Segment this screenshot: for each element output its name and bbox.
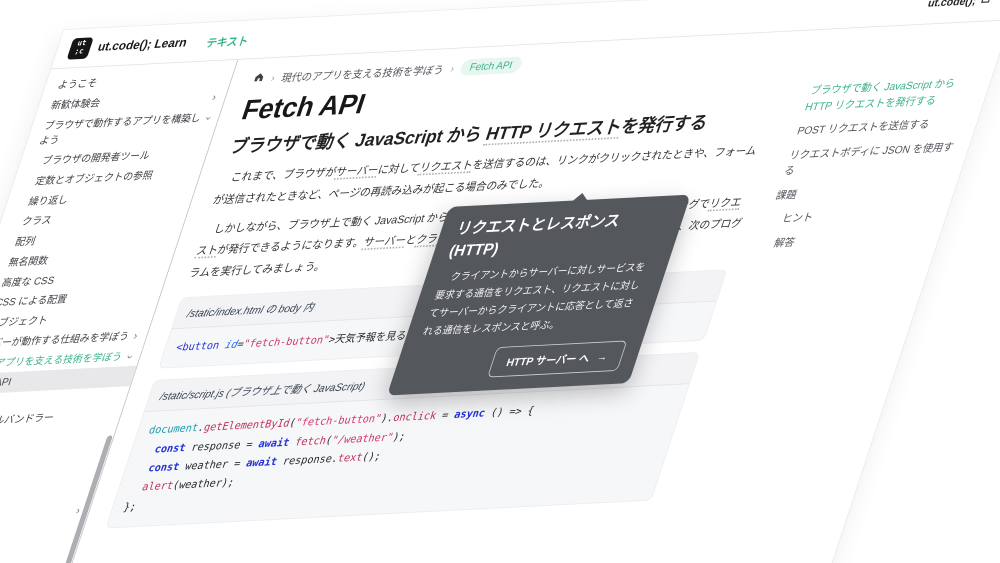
breadcrumb-current: Fetch API — [459, 56, 524, 75]
sidebar-item-label: モジュールバンドラー — [0, 410, 56, 430]
sidebar-item-label: 無名関数 — [6, 253, 50, 270]
breadcrumb-separator: › — [449, 62, 456, 74]
sidebar-item-label: 繰り返し — [26, 192, 70, 209]
toc: ブラウザで動く JavaScript から HTTP リクエストを発行するPOS… — [757, 70, 981, 256]
chevron-down-icon: › — [201, 116, 216, 120]
text-segment: に対して — [376, 162, 422, 176]
external-site-link[interactable]: ut.code(); — [926, 0, 993, 9]
sidebar-item-label: CSS による配置 — [0, 292, 69, 311]
http-server-button-label: HTTP サーバー へ — [505, 349, 593, 369]
docs-page: ut ;c ut.code(); Learn テキスト ut.code(); よ… — [0, 0, 1000, 563]
glossary-term[interactable]: サーバー — [334, 164, 381, 180]
text-segment: が発行できるようになります。 — [216, 236, 366, 256]
sidebar-item-label: 配列 — [13, 234, 38, 250]
sidebar-item-label: クラス — [20, 213, 54, 230]
home-icon[interactable] — [251, 71, 267, 86]
glossary-term[interactable]: HTTP リクエスト — [483, 117, 625, 146]
sidebar-item-label: 高度な CSS — [0, 273, 57, 291]
sidebar-item-モジュールバンドラー[interactable]: モジュールバンドラー — [0, 404, 124, 434]
chevron-right-icon: › — [132, 328, 140, 343]
sidebar-item-label: オブジェクト — [0, 313, 50, 331]
sidebar-item-label: 新歓体験会 — [49, 96, 103, 114]
text-segment: ブラウザで動く JavaScript から — [228, 123, 490, 157]
utcode-logo[interactable]: ut ;c — [67, 37, 94, 59]
tooltip-body: クライアントからサーバーに対しサービスを要求する通信をリクエスト、リクエストに対… — [420, 259, 654, 342]
tooltip-title: リクエストとレスポンス (HTTP) — [446, 208, 671, 262]
glossary-term[interactable]: リクエスト — [417, 159, 474, 176]
tooltip-button-row: HTTP サーバー へ → — [407, 340, 628, 381]
breadcrumb-section[interactable]: 現代のアプリを支える技術を学ぼう — [279, 61, 446, 85]
http-server-button[interactable]: HTTP サーバー へ → — [487, 340, 627, 377]
text-segment: を発行する — [618, 112, 711, 137]
external-link-icon — [979, 0, 993, 6]
site-title[interactable]: ut.code(); Learn — [96, 36, 189, 54]
external-site-label: ut.code(); — [926, 0, 978, 9]
nav-link-text[interactable]: テキスト — [204, 31, 251, 50]
screenshot-viewport: ut ;c ut.code(); Learn テキスト ut.code(); よ… — [0, 0, 1000, 563]
body-row: ようこそ新歓体験会›ブラウザで動作するアプリを構築しよう›ブラウザの開発者ツール… — [0, 20, 1000, 563]
chevron-down-icon: › — [122, 354, 137, 358]
sidebar-item-label: Fetch API — [0, 375, 14, 393]
arrow-right-icon: → — [595, 350, 609, 363]
sidebar-item-label: ようこそ — [55, 76, 99, 93]
chevron-right-icon: › — [210, 90, 218, 105]
code-text: document.getElementById("fetch-button").… — [121, 395, 675, 518]
breadcrumb-separator: › — [270, 71, 277, 83]
glossary-term[interactable]: サーバー — [361, 234, 408, 250]
text-segment: これまで、ブラウザが — [229, 166, 338, 184]
logo-line2: ;c — [73, 48, 84, 57]
